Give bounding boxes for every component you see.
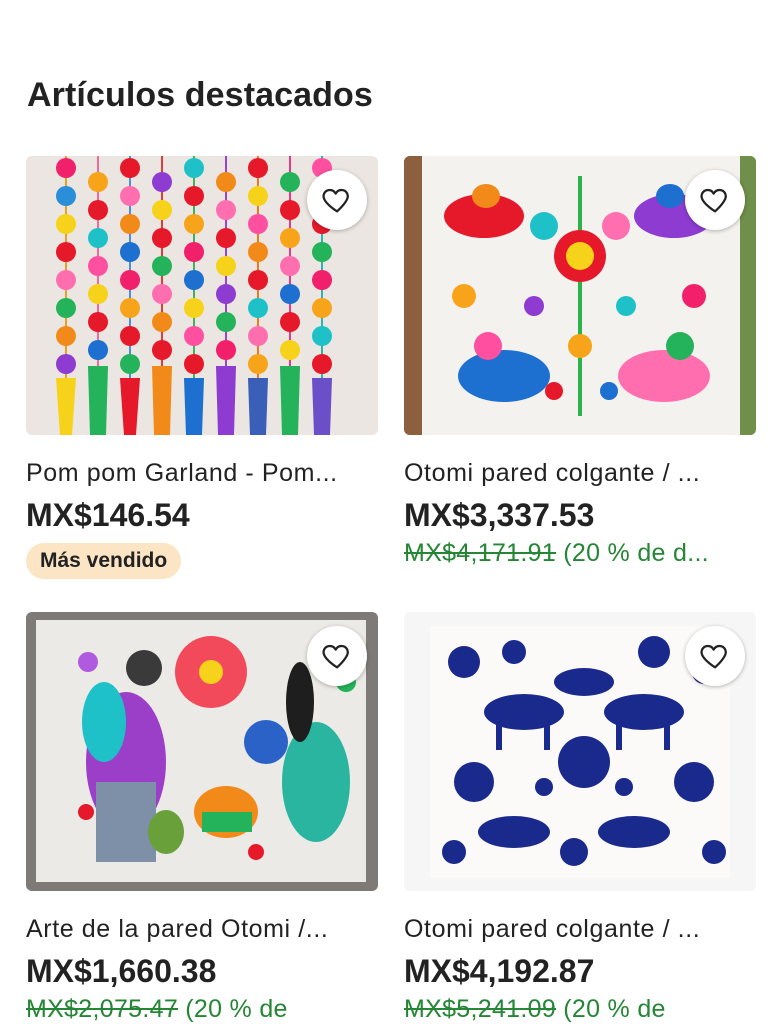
listing-card-pom-pom-garland[interactable]: Pom pom Garland - Pom... MX$146.54 Más v…	[26, 156, 378, 579]
listing-image[interactable]	[404, 612, 756, 891]
discount-row: MX$5,241.09 (20 % de	[404, 994, 756, 1024]
listing-image[interactable]	[26, 612, 378, 891]
discount-row: MX$4,171.91 (20 % de d...	[404, 538, 756, 568]
listing-price: MX$1,660.38	[26, 953, 217, 989]
heart-icon	[322, 644, 349, 669]
listing-title[interactable]: Otomi pared colgante / ...	[404, 914, 756, 944]
heart-icon	[322, 188, 349, 213]
listing-title[interactable]: Pom pom Garland - Pom...	[26, 458, 378, 488]
heart-icon	[700, 644, 727, 669]
discount-label: (20 % de	[185, 995, 288, 1023]
listing-price: MX$4,192.87	[404, 953, 595, 989]
listing-card-otomi-blue[interactable]: Otomi pared colgante / ... MX$4,192.87 M…	[404, 612, 756, 1024]
discount-label: (20 % de d...	[563, 539, 709, 567]
listing-price: MX$3,337.53	[404, 497, 595, 533]
bestseller-badge: Más vendido	[26, 543, 182, 579]
section-title: Artículos destacados	[27, 76, 373, 114]
original-price: MX$4,171.91	[404, 539, 557, 567]
listing-image[interactable]	[404, 156, 756, 435]
favorite-button[interactable]	[307, 626, 367, 686]
original-price: MX$5,241.09	[404, 995, 557, 1023]
listing-title[interactable]: Arte de la pared Otomi /...	[26, 914, 378, 944]
discount-row: MX$2,075.47 (20 % de	[26, 994, 378, 1024]
listing-image[interactable]	[26, 156, 378, 435]
heart-icon	[700, 188, 727, 213]
discount-label: (20 % de	[563, 995, 666, 1023]
favorite-button[interactable]	[685, 170, 745, 230]
original-price: MX$2,075.47	[26, 995, 179, 1023]
favorite-button[interactable]	[307, 170, 367, 230]
listing-title[interactable]: Otomi pared colgante / ...	[404, 458, 756, 488]
favorite-button[interactable]	[685, 626, 745, 686]
listing-card-otomi-women[interactable]: Arte de la pared Otomi /... MX$1,660.38 …	[26, 612, 378, 1024]
listing-price: MX$146.54	[26, 497, 190, 533]
listing-card-otomi-multicolor[interactable]: Otomi pared colgante / ... MX$3,337.53 M…	[404, 156, 756, 568]
